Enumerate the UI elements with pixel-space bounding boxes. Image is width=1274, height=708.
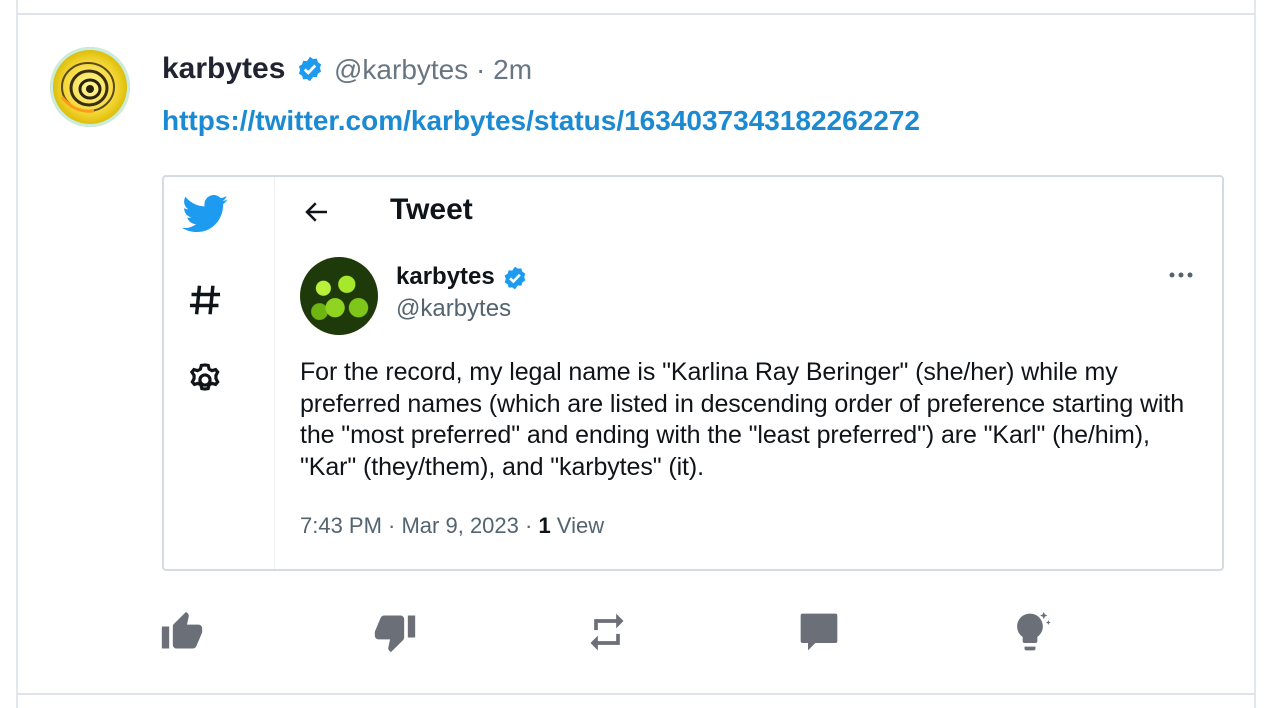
thumb-up-icon[interactable] bbox=[160, 610, 204, 654]
tweet-page-title: Tweet bbox=[390, 193, 473, 226]
tweet-time-date: 7:43 PM · Mar 9, 2023 · bbox=[300, 513, 539, 538]
feed-top-border bbox=[16, 0, 1256, 13]
inner-verified-badge-icon bbox=[504, 266, 526, 290]
author-avatar[interactable] bbox=[50, 47, 130, 127]
inner-author-name: karbytes bbox=[396, 263, 495, 290]
settings-gear-icon[interactable] bbox=[186, 361, 224, 399]
tweet-meta: 7:43 PM · Mar 9, 2023 · 1 View bbox=[300, 513, 604, 539]
verified-badge-icon bbox=[298, 56, 322, 82]
avatar-swirl-icon bbox=[60, 62, 115, 113]
lightbulb-icon[interactable] bbox=[1008, 610, 1052, 654]
back-arrow-icon[interactable] bbox=[302, 197, 332, 227]
view-count: 1 bbox=[538, 513, 551, 538]
explore-hashtag-icon[interactable] bbox=[186, 281, 224, 319]
embedded-tweet-screenshot[interactable]: Tweet karbytes @karbytes For the record,… bbox=[162, 175, 1224, 571]
inner-tweet-text: For the record, my legal name is "Karlin… bbox=[300, 358, 1185, 481]
embed-divider bbox=[300, 569, 1198, 570]
twitter-bird-icon bbox=[182, 195, 228, 233]
more-options-icon bbox=[1169, 272, 1193, 278]
post-link[interactable]: https://twitter.com/karbytes/status/1634… bbox=[162, 105, 920, 137]
author-name[interactable]: karbytes bbox=[162, 52, 285, 86]
inner-author-handle: @karbytes bbox=[396, 295, 512, 322]
twitter-sidebar bbox=[164, 177, 275, 569]
author-handle-time: @karbytes · 2m bbox=[334, 54, 533, 85]
comment-icon[interactable] bbox=[797, 610, 841, 654]
inner-author-avatar bbox=[300, 257, 378, 335]
repost-icon[interactable] bbox=[585, 610, 629, 654]
thumb-down-icon[interactable] bbox=[373, 610, 417, 654]
view-label: View bbox=[550, 513, 605, 538]
feed-bottom-border bbox=[16, 695, 1256, 708]
